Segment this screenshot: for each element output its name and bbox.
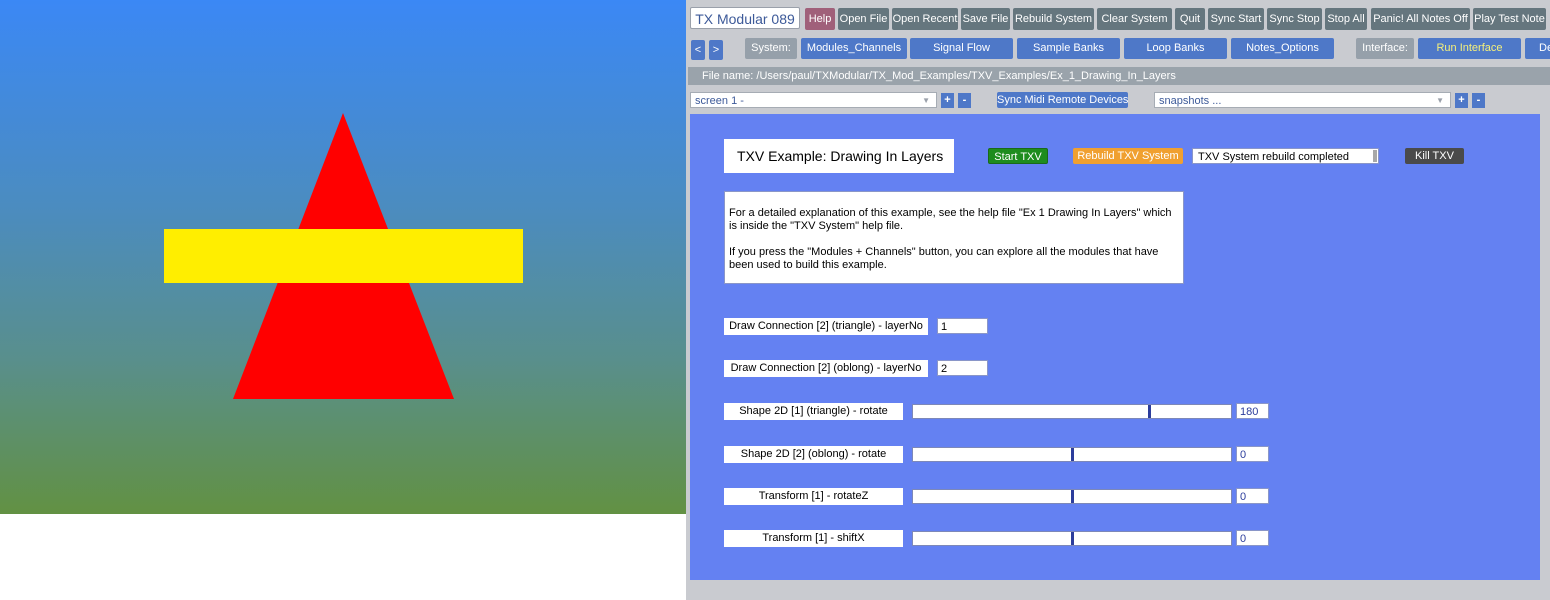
oblong-rotate-field[interactable]: 0	[1236, 446, 1269, 462]
snapshots-select-value: snapshots ...	[1159, 95, 1222, 107]
transform-shiftx-slider[interactable]	[912, 531, 1232, 546]
panic-all-notes-off-button[interactable]: Panic! All Notes Off	[1371, 8, 1470, 30]
rebuild-txv-system-button[interactable]: Rebuild TXV System	[1073, 148, 1183, 164]
oblong-layer-field[interactable]: 2	[937, 360, 988, 376]
remove-snapshot-button[interactable]: -	[1472, 93, 1485, 108]
clear-system-button[interactable]: Clear System	[1097, 8, 1172, 30]
prev-screen-button[interactable]: <	[691, 40, 705, 60]
triangle-layer-field[interactable]: 1	[937, 318, 988, 334]
slider-thumb[interactable]	[1148, 405, 1151, 418]
canvas-drawing	[164, 113, 523, 399]
save-file-button[interactable]: Save File	[961, 8, 1010, 30]
remove-screen-button[interactable]: -	[958, 93, 971, 108]
description-box: For a detailed explanation of this examp…	[724, 191, 1184, 284]
txv-status-text: TXV System rebuild completed	[1198, 151, 1350, 163]
sync-start-button[interactable]: Sync Start	[1208, 8, 1264, 30]
quit-button[interactable]: Quit	[1175, 8, 1205, 30]
interface-label: Interface:	[1356, 38, 1414, 59]
transform-rotatez-slider[interactable]	[912, 489, 1232, 504]
description-paragraph: If you press the "Modules + Channels" bu…	[729, 246, 1159, 271]
snapshots-select[interactable]: snapshots ... ▼	[1154, 92, 1451, 108]
interface-panel: TXV Example: Drawing In Layers Start TXV…	[690, 114, 1540, 580]
oblong-rotate-slider[interactable]	[912, 447, 1232, 462]
system-label: System:	[745, 38, 797, 59]
screen-select-value: screen 1 -	[695, 95, 744, 107]
open-file-button[interactable]: Open File	[838, 8, 889, 30]
triangle-rotate-slider[interactable]	[912, 404, 1232, 419]
run-interface-button[interactable]: Run Interface	[1418, 38, 1521, 59]
tx-modular-window: TX Modular 089 Help Open File Open Recen…	[686, 0, 1550, 600]
play-test-note-button[interactable]: Play Test Note	[1473, 8, 1546, 30]
sync-midi-remote-devices-button[interactable]: Sync Midi Remote Devices	[997, 92, 1128, 108]
add-screen-button[interactable]: +	[941, 93, 954, 108]
description-paragraph: For a detailed explanation of this examp…	[729, 207, 1172, 232]
slider-thumb[interactable]	[1071, 532, 1074, 545]
slider-thumb[interactable]	[1071, 448, 1074, 461]
transform-shiftx-field[interactable]: 0	[1236, 530, 1269, 546]
screen-select[interactable]: screen 1 - ▼	[690, 92, 937, 108]
modules-channels-button[interactable]: Modules_Channels	[801, 38, 907, 59]
transform-shiftx-label: Transform [1] - shiftX	[724, 530, 903, 547]
chevron-down-icon: ▼	[1436, 96, 1444, 105]
txv-status-field: TXV System rebuild completed	[1192, 148, 1379, 164]
transform-rotatez-field[interactable]: 0	[1236, 488, 1269, 504]
oblong-shape	[164, 229, 523, 283]
sync-stop-button[interactable]: Sync Stop	[1267, 8, 1322, 30]
status-scrollbar[interactable]	[1373, 150, 1377, 162]
design-interface-button[interactable]: De	[1525, 38, 1550, 59]
transform-rotatez-label: Transform [1] - rotateZ	[724, 488, 903, 505]
sample-banks-button[interactable]: Sample Banks	[1017, 38, 1120, 59]
kill-txv-button[interactable]: Kill TXV	[1405, 148, 1464, 164]
triangle-layer-label: Draw Connection [2] (triangle) - layerNo	[724, 318, 928, 335]
next-screen-button[interactable]: >	[709, 40, 723, 60]
oblong-rotate-label: Shape 2D [2] (oblong) - rotate	[724, 446, 903, 463]
slider-thumb[interactable]	[1071, 490, 1074, 503]
triangle-rotate-field[interactable]: 180	[1236, 403, 1269, 419]
add-snapshot-button[interactable]: +	[1455, 93, 1468, 108]
panel-title: TXV Example: Drawing In Layers	[724, 139, 954, 173]
triangle-rotate-label: Shape 2D [1] (triangle) - rotate	[724, 403, 903, 420]
loop-banks-button[interactable]: Loop Banks	[1124, 38, 1227, 59]
open-recent-button[interactable]: Open Recent	[892, 8, 958, 30]
chevron-down-icon: ▼	[922, 96, 930, 105]
app-title: TX Modular 089	[690, 7, 800, 29]
signal-flow-button[interactable]: Signal Flow	[910, 38, 1013, 59]
help-button[interactable]: Help	[805, 8, 835, 30]
notes-options-button[interactable]: Notes_Options	[1231, 38, 1334, 59]
render-canvas	[0, 0, 686, 514]
rebuild-system-button[interactable]: Rebuild System	[1013, 8, 1094, 30]
oblong-layer-label: Draw Connection [2] (oblong) - layerNo	[724, 360, 928, 377]
start-txv-button[interactable]: Start TXV	[988, 148, 1048, 164]
file-name-bar: File name: /Users/paul/TXModular/TX_Mod_…	[688, 67, 1550, 85]
stop-all-button[interactable]: Stop All	[1325, 8, 1367, 30]
